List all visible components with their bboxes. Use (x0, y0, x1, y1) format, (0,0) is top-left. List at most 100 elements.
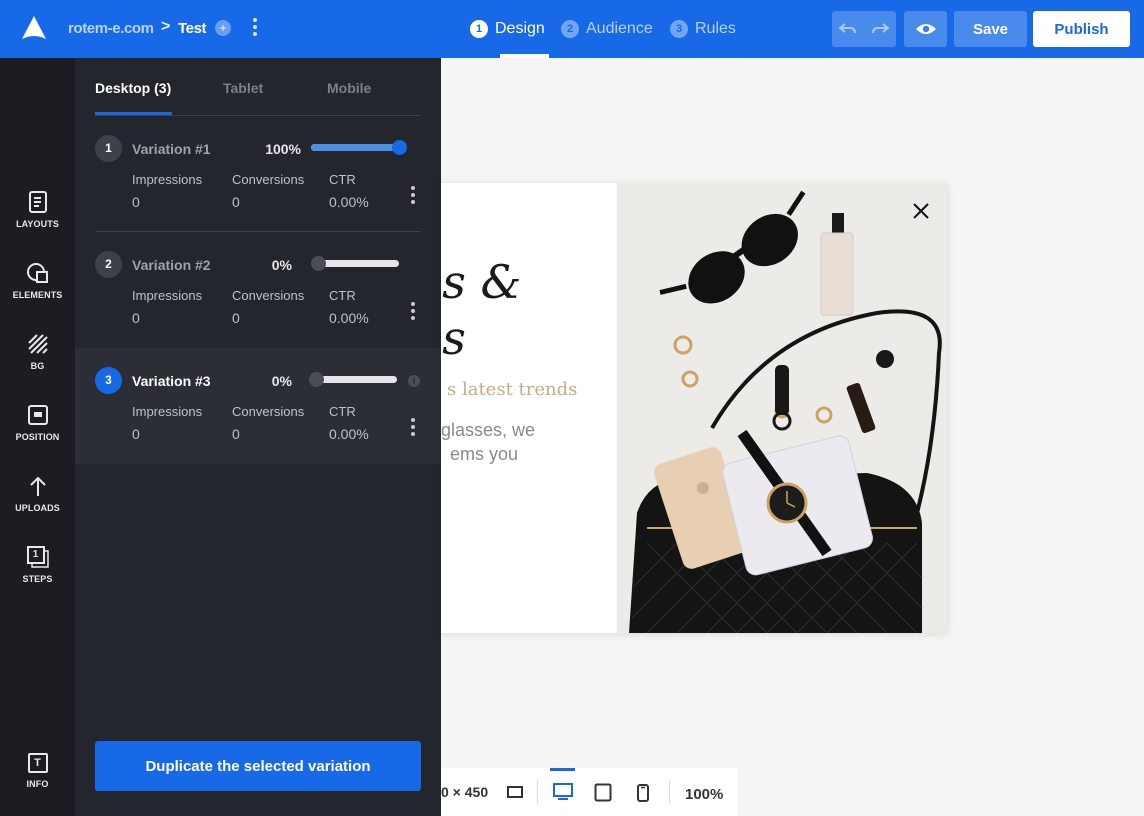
rail-label: POSITION (15, 432, 60, 442)
variation-menu-icon[interactable] (410, 186, 416, 207)
zoom-level[interactable]: 100% (685, 786, 723, 803)
slider-handle[interactable] (311, 256, 326, 271)
tab-rules[interactable]: 3 Rules (670, 18, 736, 40)
popup-headline-line2[interactable]: es (441, 309, 466, 367)
steps-icon: 1 (26, 546, 50, 568)
add-icon[interactable]: + (215, 20, 231, 36)
variation-percent: 100% (265, 141, 301, 157)
impressions-value: 0 (132, 194, 140, 210)
ctr-value: 0.00% (329, 310, 369, 326)
canvas-toolbar: 0 × 450 100% (441, 768, 738, 816)
rail-item-bg[interactable]: BG (0, 333, 75, 371)
mobile-icon[interactable] (636, 784, 650, 802)
rail-label: STEPS (22, 574, 53, 584)
more-options-icon[interactable] (248, 18, 262, 40)
variation-number: 3 (95, 367, 122, 394)
variations-panel: Desktop (3) Tablet Mobile 1 Variation #1… (75, 58, 441, 816)
impressions-label: Impressions (132, 404, 203, 419)
tab-desktop[interactable]: Desktop (3) (95, 80, 171, 96)
rail-item-info[interactable]: T INFO (0, 753, 75, 789)
desktop-icon[interactable] (552, 783, 574, 801)
rail-item-uploads[interactable]: UPLOADS (0, 475, 75, 513)
active-step-indicator (500, 54, 549, 58)
layouts-icon (28, 191, 47, 213)
redo-icon[interactable] (870, 21, 890, 37)
conversions-label: Conversions (232, 288, 305, 303)
impressions-value: 0 (132, 310, 140, 326)
variation-row-1[interactable]: 1 Variation #1 100% Impressions Conversi… (75, 116, 441, 232)
logo-icon[interactable] (20, 14, 48, 42)
close-icon[interactable] (912, 202, 930, 220)
variation-name: Variation #1 (132, 141, 211, 157)
save-button[interactable]: Save (954, 11, 1027, 47)
conversions-label: Conversions (232, 172, 305, 187)
variation-menu-icon[interactable] (410, 418, 416, 439)
canvas-dimensions[interactable]: 0 × 450 (441, 784, 488, 800)
step-number: 1 (470, 20, 488, 38)
ctr-value: 0.00% (329, 194, 369, 210)
preview-button[interactable] (904, 11, 947, 47)
resize-icon[interactable] (507, 786, 523, 798)
variation-percent: 0% (271, 257, 292, 273)
toolbar-divider (669, 780, 670, 804)
rail-item-layouts[interactable]: LAYOUTS (0, 191, 75, 229)
tab-mobile[interactable]: Mobile (327, 80, 371, 96)
breadcrumb-project[interactable]: Test (178, 20, 207, 37)
rail-label: ELEMENTS (12, 290, 63, 300)
breadcrumb-separator: > (161, 18, 171, 35)
variation-name: Variation #2 (132, 257, 211, 273)
ctr-value: 0.00% (329, 426, 369, 442)
slider-handle[interactable] (309, 372, 324, 387)
rail-item-elements[interactable]: ELEMENTS (0, 262, 75, 300)
top-bar: rotem-e.com > Test + 1 Design 2 Audience… (0, 0, 1144, 58)
elements-icon (26, 263, 48, 283)
breadcrumb-site[interactable]: rotem-e.com (68, 20, 154, 37)
popup-preview[interactable]: es & es s latest trends glasses, we ems … (441, 183, 947, 633)
variation-number: 1 (95, 135, 122, 162)
active-device-indicator (550, 768, 575, 771)
popup-body-line2[interactable]: ems you (450, 444, 518, 465)
info-icon: T (27, 753, 48, 773)
split-slider[interactable] (309, 372, 397, 387)
publish-button[interactable]: Publish (1033, 11, 1130, 47)
popup-product-image[interactable] (617, 183, 947, 633)
step-label: Rules (695, 20, 736, 37)
rail-label: LAYOUTS (16, 219, 59, 229)
step-label: Design (495, 20, 545, 37)
conversions-label: Conversions (232, 404, 305, 419)
steps-badge: 1 (32, 549, 39, 560)
variation-name: Variation #3 (132, 373, 211, 389)
split-slider[interactable] (311, 140, 407, 155)
popup-headline-line1[interactable]: es & (441, 253, 521, 311)
variation-percent: 0% (271, 373, 292, 389)
popup-subtitle[interactable]: s latest trends (447, 379, 577, 400)
tab-tablet[interactable]: Tablet (223, 80, 263, 96)
rail-label: UPLOADS (15, 503, 60, 513)
impressions-label: Impressions (132, 288, 203, 303)
slider-handle[interactable] (392, 140, 407, 155)
step-number: 2 (561, 20, 579, 38)
eye-icon (915, 24, 936, 34)
variation-menu-icon[interactable] (410, 302, 416, 323)
variation-row-3[interactable]: 3 Variation #3 0% i Impressions Conversi… (75, 348, 441, 464)
active-tab-indicator (95, 112, 172, 115)
rail-label: BG (30, 361, 45, 371)
undo-icon[interactable] (838, 21, 858, 37)
info-icon[interactable]: i (408, 375, 420, 387)
position-icon (27, 405, 48, 425)
ctr-label: CTR (329, 172, 356, 187)
tab-audience[interactable]: 2 Audience (561, 18, 653, 40)
step-label: Audience (586, 20, 653, 37)
ctr-label: CTR (329, 404, 356, 419)
duplicate-variation-button[interactable]: Duplicate the selected variation (95, 741, 421, 791)
variation-row-2[interactable]: 2 Variation #2 0% Impressions Conversion… (75, 232, 441, 348)
popup-body-line1[interactable]: glasses, we (441, 420, 535, 441)
split-slider[interactable] (311, 256, 399, 271)
rail-item-position[interactable]: POSITION (0, 404, 75, 442)
tablet-icon[interactable] (594, 783, 612, 802)
tab-design[interactable]: 1 Design (470, 18, 545, 40)
rail-item-steps[interactable]: 1 STEPS (0, 546, 75, 584)
bg-icon (27, 334, 48, 354)
undo-redo-group (832, 11, 896, 47)
conversions-value: 0 (232, 194, 240, 210)
